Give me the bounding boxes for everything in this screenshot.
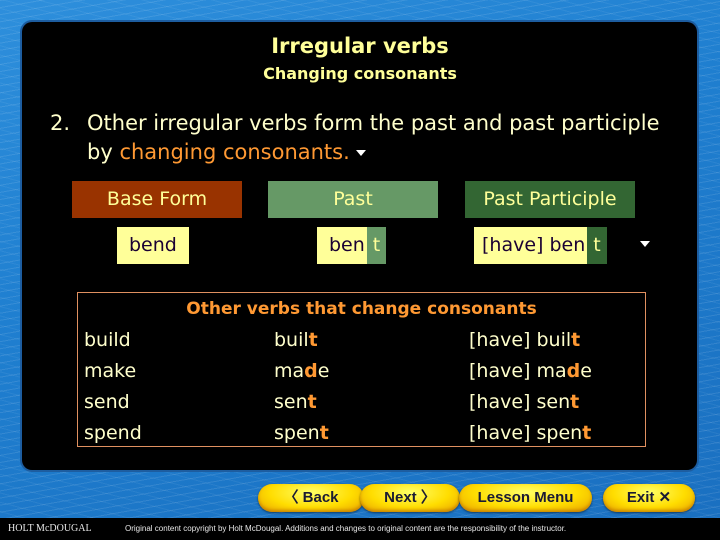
change: t	[582, 422, 592, 444]
example-past: ben t	[317, 227, 387, 264]
header-past-participle: Past Participle	[465, 181, 635, 218]
verb-row: spend spent [have] spent	[78, 422, 645, 453]
example-pp-stem: [have] ben	[474, 227, 588, 264]
verb-pp: [have] sent	[469, 391, 579, 413]
verb-row: build built [have] built	[78, 329, 645, 360]
stem: sen	[274, 391, 308, 413]
verb-base: build	[84, 329, 131, 351]
back-button[interactable]: 〈 Back	[258, 484, 364, 512]
change: t	[307, 391, 317, 413]
rest: e	[317, 360, 330, 382]
example-past-change: t	[366, 227, 387, 264]
verb-base: make	[84, 360, 137, 382]
stem: spen	[274, 422, 320, 444]
change: d	[304, 360, 318, 382]
change: t	[308, 329, 318, 351]
example-pp-change: t	[587, 227, 607, 264]
other-verbs-box: Other verbs that change consonants build…	[77, 292, 646, 447]
slide-subtitle: Changing consonants	[263, 64, 457, 83]
example-base: bend	[117, 227, 189, 264]
point-text: Other irregular verbs form the past and …	[87, 109, 670, 167]
change: t	[571, 329, 581, 351]
stem: buil	[274, 329, 309, 351]
header-base-form: Base Form	[72, 181, 242, 218]
point-highlight: changing consonants.	[119, 140, 350, 164]
point-2: 2. Other irregular verbs form the past a…	[50, 109, 670, 167]
verb-row: send sent [have] sent	[78, 391, 645, 422]
change: t	[570, 391, 580, 413]
change: d	[566, 360, 581, 382]
rest: e	[580, 360, 592, 382]
verb-base: spend	[84, 422, 142, 444]
copyright-text: Original content copyright by Holt McDou…	[125, 524, 567, 533]
stem: [have] sen	[469, 391, 571, 413]
point-number: 2.	[50, 111, 71, 135]
publisher-logo: HOLT McDOUGAL	[8, 523, 92, 534]
slide-title: Irregular verbs	[271, 34, 449, 58]
verb-pp: [have] made	[469, 360, 592, 382]
advance-arrow-icon[interactable]	[355, 150, 366, 156]
footer-bar: HOLT McDOUGAL Original content copyright…	[0, 518, 720, 540]
lesson-menu-button[interactable]: Lesson Menu	[459, 484, 592, 512]
verb-past: built	[274, 329, 318, 351]
verb-row: make made [have] made	[78, 360, 645, 391]
other-verbs-title: Other verbs that change consonants	[186, 299, 537, 319]
stem: [have] spen	[469, 422, 583, 444]
verb-base: send	[84, 391, 130, 413]
stem: [have] buil	[469, 329, 572, 351]
example-past-stem: ben	[317, 227, 367, 264]
verb-past: sent	[274, 391, 317, 413]
verb-pp: [have] built	[469, 329, 580, 351]
header-past: Past	[268, 181, 438, 218]
verb-pp: [have] spent	[469, 422, 591, 444]
change: t	[319, 422, 329, 444]
next-button[interactable]: Next 〉	[360, 484, 460, 512]
stem: [have] ma	[469, 360, 567, 382]
verb-past: spent	[274, 422, 329, 444]
advance-arrow-icon-2[interactable]	[640, 241, 650, 247]
verb-past: made	[274, 360, 329, 382]
exit-button[interactable]: Exit ✕	[603, 484, 695, 512]
stem: ma	[274, 360, 305, 382]
example-past-participle: [have] ben t	[474, 227, 607, 264]
